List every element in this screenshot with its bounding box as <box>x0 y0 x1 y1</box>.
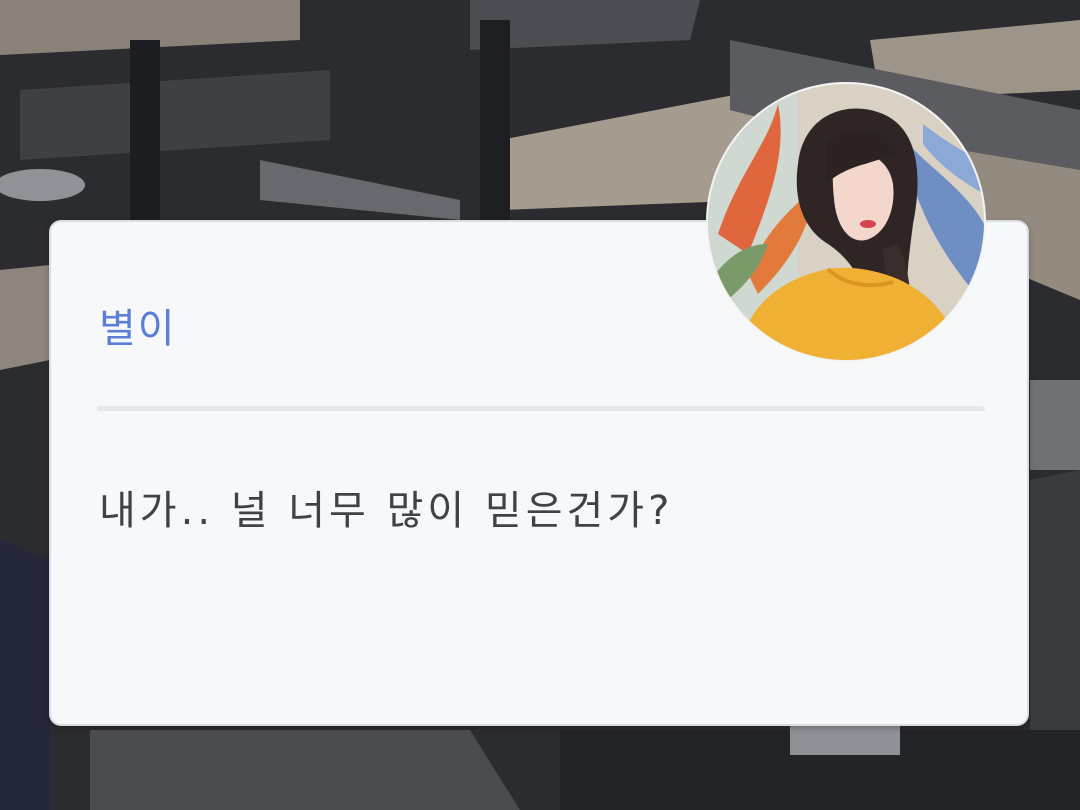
dialog-message: 내가.. 널 너무 많이 믿은건가? <box>99 488 674 534</box>
dialog-divider <box>97 406 985 411</box>
profile-portrait-icon <box>708 84 984 360</box>
game-scene: 별이 내가.. 널 너무 많이 믿은건가? <box>0 0 1080 810</box>
speaker-name: 별이 <box>99 306 177 352</box>
